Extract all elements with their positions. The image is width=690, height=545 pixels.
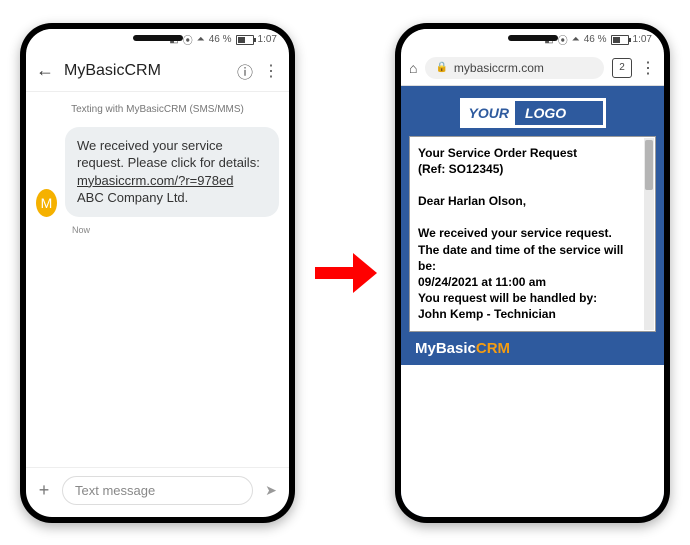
phone-left: ◧ ⦿ ⏶ 46 % 1:07 ← MyBasicCRM ⓘ ⋮ Texting…: [20, 23, 295, 523]
brand-part2: CRM: [476, 340, 510, 357]
content-body3: 09/24/2021 at 11:00 am: [418, 274, 635, 290]
compose-bar: + Text message ➤: [26, 467, 289, 513]
phone-right: ◧ ⦿ ⏶ 46 % 1:07 ⌂ 🔒 mybasiccrm.com 2 ⋮: [395, 23, 670, 523]
content-panel: Your Service Order Request (Ref: SO12345…: [409, 136, 656, 332]
content-body1: We received your service request.: [418, 225, 635, 241]
conversation-title: MyBasicCRM: [64, 62, 227, 80]
logo-part2: LOGO: [515, 101, 603, 125]
flow-arrow: [315, 253, 375, 293]
sender-avatar[interactable]: M: [36, 189, 57, 217]
clock: 1:07: [258, 34, 277, 45]
nfc-icon: ◧: [169, 34, 178, 45]
conversation-label: Texting with MyBasicCRM (SMS/MMS): [26, 92, 289, 121]
content-ref: (Ref: SO12345): [418, 161, 635, 177]
logo-part1: YOUR: [463, 101, 515, 125]
wifi-icon: ⦿: [558, 32, 568, 47]
signal-icon: ⏶: [197, 34, 205, 45]
back-arrow-icon[interactable]: ←: [36, 60, 54, 81]
scroll-thumb[interactable]: [645, 140, 653, 190]
info-icon[interactable]: ⓘ: [237, 59, 253, 83]
message-bubble[interactable]: We received your service request. Please…: [65, 127, 279, 217]
address-bar[interactable]: 🔒 mybasiccrm.com: [425, 57, 604, 79]
battery-text: 46 %: [584, 34, 607, 45]
content-body2: The date and time of the service will be…: [418, 242, 635, 274]
status-bar: ◧ ⦿ ⏶ 46 % 1:07: [26, 29, 289, 51]
url-text: mybasiccrm.com: [454, 61, 544, 75]
nfc-icon: ◧: [544, 34, 553, 45]
home-icon[interactable]: ⌂: [409, 60, 417, 76]
attach-icon[interactable]: +: [34, 480, 54, 501]
signal-icon: ⏶: [572, 34, 580, 45]
compose-input[interactable]: Text message: [62, 476, 253, 505]
content-greeting: Dear Harlan Olson,: [418, 193, 635, 209]
message-row: M We received your service request. Plea…: [26, 121, 289, 223]
lock-icon: 🔒: [435, 62, 447, 73]
more-menu-icon[interactable]: ⋮: [263, 61, 279, 81]
sms-header: ← MyBasicCRM ⓘ ⋮: [26, 51, 289, 92]
wifi-icon: ⦿: [183, 32, 193, 47]
battery-icon: [236, 35, 254, 45]
brand-part1: MyBasic: [415, 340, 476, 357]
clock: 1:07: [633, 34, 652, 45]
content-title: Your Service Order Request: [418, 145, 635, 161]
message-text: We received your service request. Please…: [77, 138, 260, 171]
message-link[interactable]: mybasiccrm.com/?r=978ed: [77, 173, 233, 188]
content-body5: John Kemp - Technician: [418, 306, 635, 322]
message-timestamp: Now: [72, 225, 289, 235]
company-logo: YOUR LOGO: [460, 98, 606, 128]
content-body4: You request will be handled by:: [418, 290, 635, 306]
tabs-button[interactable]: 2: [612, 58, 632, 78]
battery-text: 46 %: [209, 34, 232, 45]
battery-icon: [611, 35, 629, 45]
brand-footer: MyBasicCRM: [401, 332, 664, 365]
status-bar: ◧ ⦿ ⏶ 46 % 1:07: [401, 29, 664, 51]
send-icon[interactable]: ➤: [261, 482, 281, 499]
browser-menu-icon[interactable]: ⋮: [640, 58, 656, 78]
browser-bar: ⌂ 🔒 mybasiccrm.com 2 ⋮: [401, 51, 664, 86]
webpage: YOUR LOGO Your Service Order Request (Re…: [401, 86, 664, 517]
message-sender: ABC Company Ltd.: [77, 190, 188, 205]
scroll-down-icon[interactable]: ▾: [644, 290, 664, 330]
content-scrollbar[interactable]: ▴ ▾: [644, 138, 654, 330]
